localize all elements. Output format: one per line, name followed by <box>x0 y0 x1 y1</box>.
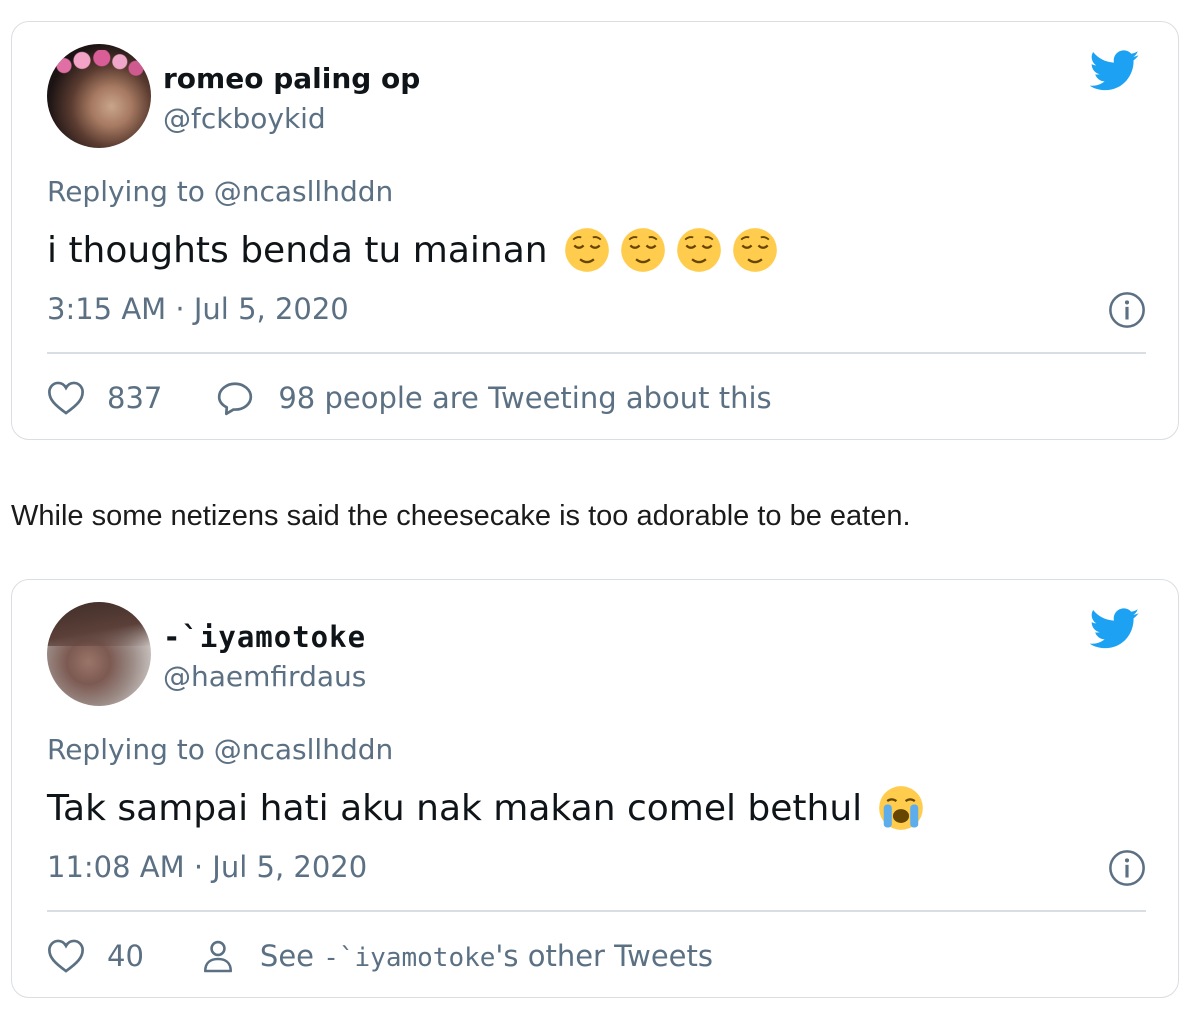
see-prefix: See <box>259 939 324 973</box>
see-user-name: -`iyamotoke <box>323 943 496 973</box>
see-other-tweets-label[interactable]: See -`iyamotoke's other Tweets <box>260 939 713 973</box>
tweet-text-content: Tak sampai hati aku nak makan comel beth… <box>47 787 863 829</box>
tweeting-about-label[interactable]: 98 people are Tweeting about this <box>278 381 771 415</box>
relieved-face-icon <box>676 228 721 272</box>
tweet-text: Tak sampai hati aku nak makan comel beth… <box>47 785 924 831</box>
display-name[interactable]: romeo paling op <box>163 62 420 95</box>
info-icon[interactable] <box>1108 291 1146 329</box>
twitter-bird-icon[interactable] <box>1090 608 1140 650</box>
tweeting-about-link[interactable]: 98 people are Tweeting about this <box>216 380 772 416</box>
tweet-actions: 837 98 people are Tweeting about this <box>47 376 772 420</box>
tweet-embed[interactable]: romeo paling op @fckboykid Replying to @… <box>11 21 1179 440</box>
avatar[interactable] <box>47 602 151 706</box>
relieved-face-icon <box>732 228 777 272</box>
comment-bubble-icon <box>218 382 253 416</box>
replying-to-label[interactable]: Replying to @ncasllhddn <box>47 733 393 766</box>
replying-to-label[interactable]: Replying to @ncasllhddn <box>47 175 393 208</box>
twitter-bird-icon[interactable] <box>1090 50 1140 92</box>
user-handle[interactable]: @fckboykid <box>163 102 326 135</box>
tweet-actions: 40 See -`iyamotoke's other Tweets <box>47 934 713 978</box>
tweet-text-content: i thoughts benda tu mainan <box>47 229 548 271</box>
heart-icon[interactable] <box>47 938 85 974</box>
see-other-tweets-link[interactable]: See -`iyamotoke's other Tweets <box>200 937 713 975</box>
avatar-hair-shade <box>47 602 151 646</box>
divider <box>47 352 1146 354</box>
relieved-face-icon <box>564 228 609 272</box>
like-count[interactable]: 837 <box>107 381 162 415</box>
user-handle[interactable]: @haemfirdaus <box>163 660 366 693</box>
tweet-embed[interactable]: -`iyamotoke @haemfirdaus Replying to @nc… <box>11 579 1179 998</box>
tweet-text: i thoughts benda tu mainan <box>47 227 778 273</box>
avatar[interactable] <box>47 44 151 148</box>
display-name[interactable]: -`iyamotoke <box>163 620 366 654</box>
tweet-timestamp[interactable]: 11:08 AM · Jul 5, 2020 <box>47 850 367 884</box>
like-count[interactable]: 40 <box>107 939 144 973</box>
flower-crown-decoration <box>55 50 145 76</box>
heart-icon[interactable] <box>47 380 85 416</box>
divider <box>47 910 1146 912</box>
tweet-timestamp[interactable]: 3:15 AM · Jul 5, 2020 <box>47 292 349 326</box>
see-suffix: 's other Tweets <box>495 939 713 973</box>
article-paragraph: While some netizens said the cheesecake … <box>11 500 911 532</box>
loudly-crying-face-icon <box>879 786 924 830</box>
person-icon <box>203 940 232 973</box>
relieved-face-icon <box>620 228 665 272</box>
info-icon[interactable] <box>1108 849 1146 887</box>
